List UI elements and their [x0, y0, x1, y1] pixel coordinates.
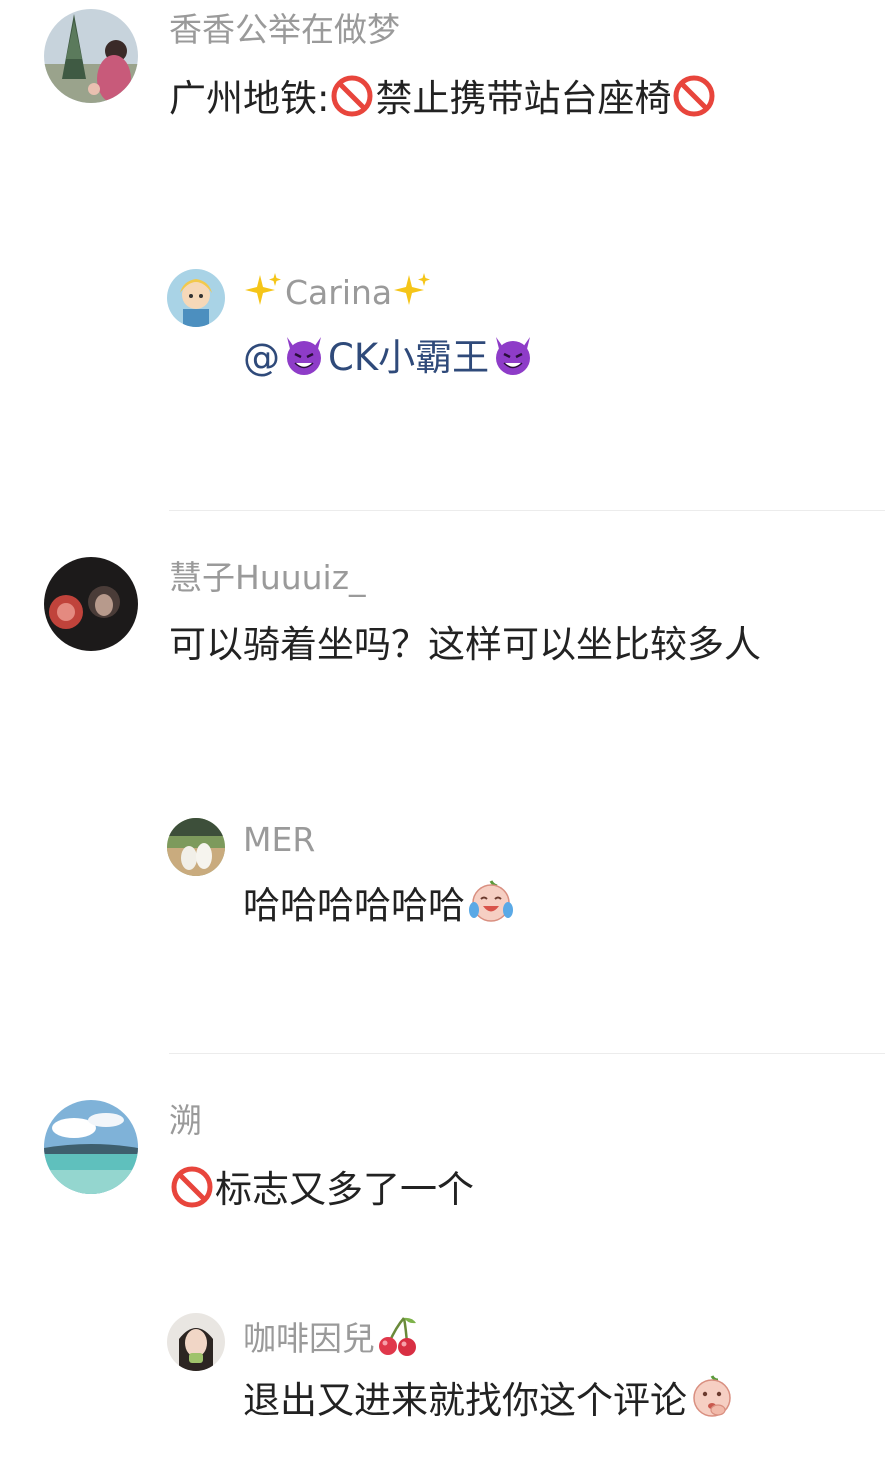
reply-text-part: 退出又进来就找你这个评论	[243, 1379, 687, 1422]
divider	[169, 510, 885, 511]
comment-text: 标志又多了一个	[169, 1165, 474, 1213]
divider	[169, 1053, 885, 1054]
cherries-icon	[376, 1315, 420, 1357]
comment-author[interactable]: 香香公举在做梦	[169, 10, 400, 50]
reply-text: 退出又进来就找你这个评论	[243, 1372, 737, 1424]
reply-author[interactable]: Carina	[243, 271, 434, 313]
comment-text-part: 禁止携带站台座椅	[375, 77, 672, 120]
reply-author[interactable]: MER	[243, 820, 315, 860]
avatar-huizi[interactable]	[44, 557, 138, 651]
reply-author-name: Carina	[285, 273, 393, 312]
avatar-xiangxiang[interactable]	[44, 9, 138, 103]
avatar-carina[interactable]	[167, 269, 225, 327]
laughing-crying-face-icon	[466, 877, 516, 925]
avatar-mer[interactable]	[167, 818, 225, 876]
prohibited-icon	[672, 74, 716, 118]
reply-text: @ CK小霸王	[243, 333, 537, 381]
comment-text: 可以骑着坐吗？这样可以坐比较多人	[169, 623, 761, 666]
comment-author[interactable]: 慧子Huuuiz_	[169, 558, 366, 598]
comment-text: 广州地铁: 禁止携带站台座椅	[169, 74, 717, 122]
comment-text-part: 标志又多了一个	[215, 1168, 474, 1211]
comment-text-part: 广州地铁:	[169, 77, 330, 120]
mention-at: @	[243, 336, 280, 379]
comment-author[interactable]: 溯	[169, 1101, 202, 1141]
reply-text: 哈哈哈哈哈哈	[243, 877, 517, 929]
sparkles-icon	[244, 271, 284, 311]
smiling-devil-icon	[281, 333, 327, 377]
thinking-face-icon	[688, 1372, 736, 1420]
reply-author-name: 咖啡因兒	[243, 1319, 375, 1358]
reply-text-part: 哈哈哈哈哈哈	[243, 884, 465, 927]
reply-author[interactable]: 咖啡因兒	[243, 1315, 421, 1359]
avatar-su[interactable]	[44, 1100, 138, 1194]
sparkles-icon	[393, 271, 433, 311]
mention-user-link[interactable]: CK小霸王	[328, 336, 489, 379]
prohibited-icon	[330, 74, 374, 118]
smiling-devil-icon	[490, 333, 536, 377]
avatar-kafeiyiner[interactable]	[167, 1313, 225, 1371]
prohibited-icon	[170, 1165, 214, 1209]
